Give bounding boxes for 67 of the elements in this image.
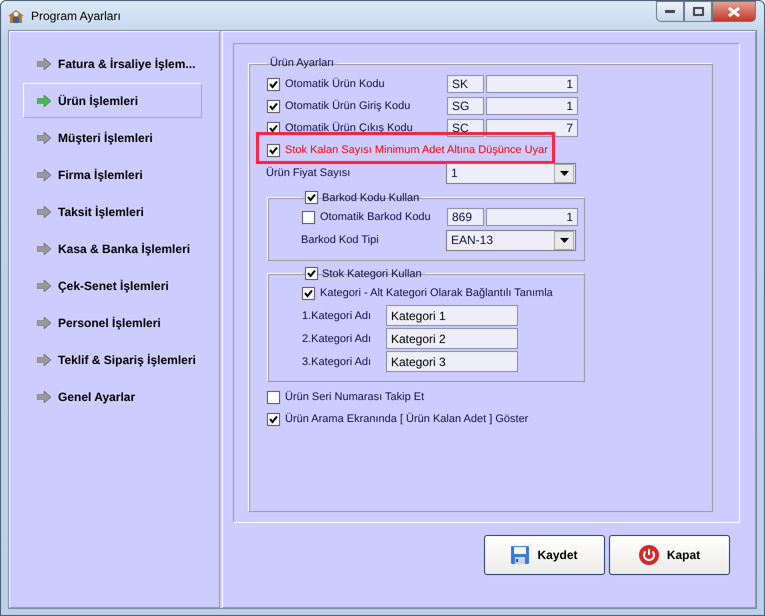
checkbox-label: Otomatik Ürün Çıkış Kodu — [285, 122, 413, 134]
field-label: Barkod Kod Tipi — [301, 234, 380, 246]
checkbox[interactable] — [267, 144, 280, 156]
number-field[interactable]: 1 — [486, 208, 578, 226]
checkbox[interactable] — [267, 100, 280, 112]
field-label: Ürün Fiyat Sayısı — [266, 167, 352, 179]
checkbox[interactable] — [267, 78, 280, 90]
window-title: Program Ayarları — [31, 8, 121, 22]
checkbox-label: Kategori - Alt Kategori Olarak Bağlantılı Tanımla — [320, 287, 553, 299]
arrow-icon — [37, 242, 51, 254]
arrow-icon — [37, 168, 51, 180]
checkbox[interactable] — [302, 210, 315, 224]
arrow-icon — [37, 354, 51, 366]
sidebar-item[interactable]: Müşteri İşlemleri — [23, 120, 202, 155]
prefix-field[interactable]: SK — [447, 75, 484, 93]
sidebar-item[interactable]: Kasa & Banka İşlemleri — [23, 231, 202, 266]
text-field[interactable]: Kategori 3 — [386, 351, 518, 372]
arrow-icon — [37, 316, 51, 328]
close-icon — [728, 6, 740, 16]
dropdown[interactable]: 1 — [446, 162, 576, 184]
field-label: 2.Kategori Adı — [302, 332, 372, 344]
checkbox-label: Stok Kategori Kullan — [322, 268, 422, 280]
arrow-icon — [37, 58, 51, 70]
prefix-field[interactable]: 869 — [447, 208, 484, 226]
field-label: 1.Kategori Adı — [302, 310, 372, 322]
sidebar-item[interactable]: Firma İşlemleri — [23, 157, 202, 192]
checkbox-label: Ürün Seri Numarası Takip Et — [285, 391, 424, 403]
prefix-field[interactable]: SG — [447, 97, 484, 115]
maximize-button[interactable] — [684, 1, 712, 22]
app-icon — [7, 8, 25, 24]
save-button[interactable]: Kaydet — [484, 535, 605, 575]
arrow-icon — [37, 132, 51, 144]
close-button[interactable]: Kapat — [609, 535, 730, 575]
checkbox-label: Stok Kalan Sayısı Minimum Adet Altına Düşünce Uyar — [285, 144, 548, 156]
sidebar-item[interactable]: Teklif & Sipariş İşlemleri — [23, 342, 202, 377]
checkbox[interactable] — [302, 286, 315, 300]
checkbox[interactable] — [267, 412, 280, 426]
checkbox[interactable] — [305, 191, 318, 204]
sidebar-item[interactable]: Personel İşlemleri — [23, 305, 202, 340]
sidebar-item[interactable]: Fatura & İrsaliye İşlem... — [23, 46, 202, 81]
checkbox[interactable] — [305, 267, 318, 280]
checkbox-label: Otomatik Barkod Kodu — [320, 211, 431, 223]
arrow-icon — [37, 206, 51, 218]
arrow-icon — [37, 280, 51, 292]
text-field[interactable]: Kategori 1 — [386, 305, 518, 326]
checkbox-label: Barkod Kodu Kullan — [322, 192, 420, 204]
sidebar-item[interactable]: Taksit İşlemleri — [23, 194, 202, 229]
close-button[interactable] — [712, 1, 756, 22]
checkbox-label: Ürün Arama Ekranında [ Ürün Kalan Adet ] Göster — [285, 413, 528, 425]
sidebar-item[interactable]: Ürün İşlemleri — [23, 83, 202, 118]
number-field[interactable]: 1 — [486, 75, 578, 93]
group-title: Ürün Ayarları — [269, 57, 335, 69]
number-field[interactable]: 1 — [486, 97, 578, 115]
checkbox[interactable] — [267, 390, 280, 404]
power-icon — [638, 545, 659, 565]
field-label: 3.Kategori Adı — [302, 356, 372, 368]
maximize-icon — [692, 7, 704, 16]
checkbox-label: Otomatik Ürün Kodu — [285, 78, 385, 90]
checkbox-label: Otomatik Ürün Giriş Kodu — [285, 100, 410, 112]
dropdown[interactable]: EAN-13 — [446, 230, 576, 250]
sidebar-item[interactable]: Çek-Senet İşlemleri — [23, 268, 202, 303]
minimize-button[interactable] — [656, 1, 684, 22]
arrow-icon — [37, 94, 51, 106]
sidebar-item[interactable]: Genel Ayarlar — [23, 379, 202, 414]
arrow-icon — [37, 390, 51, 402]
minimize-icon — [665, 10, 675, 14]
text-field[interactable]: Kategori 2 — [386, 328, 518, 349]
